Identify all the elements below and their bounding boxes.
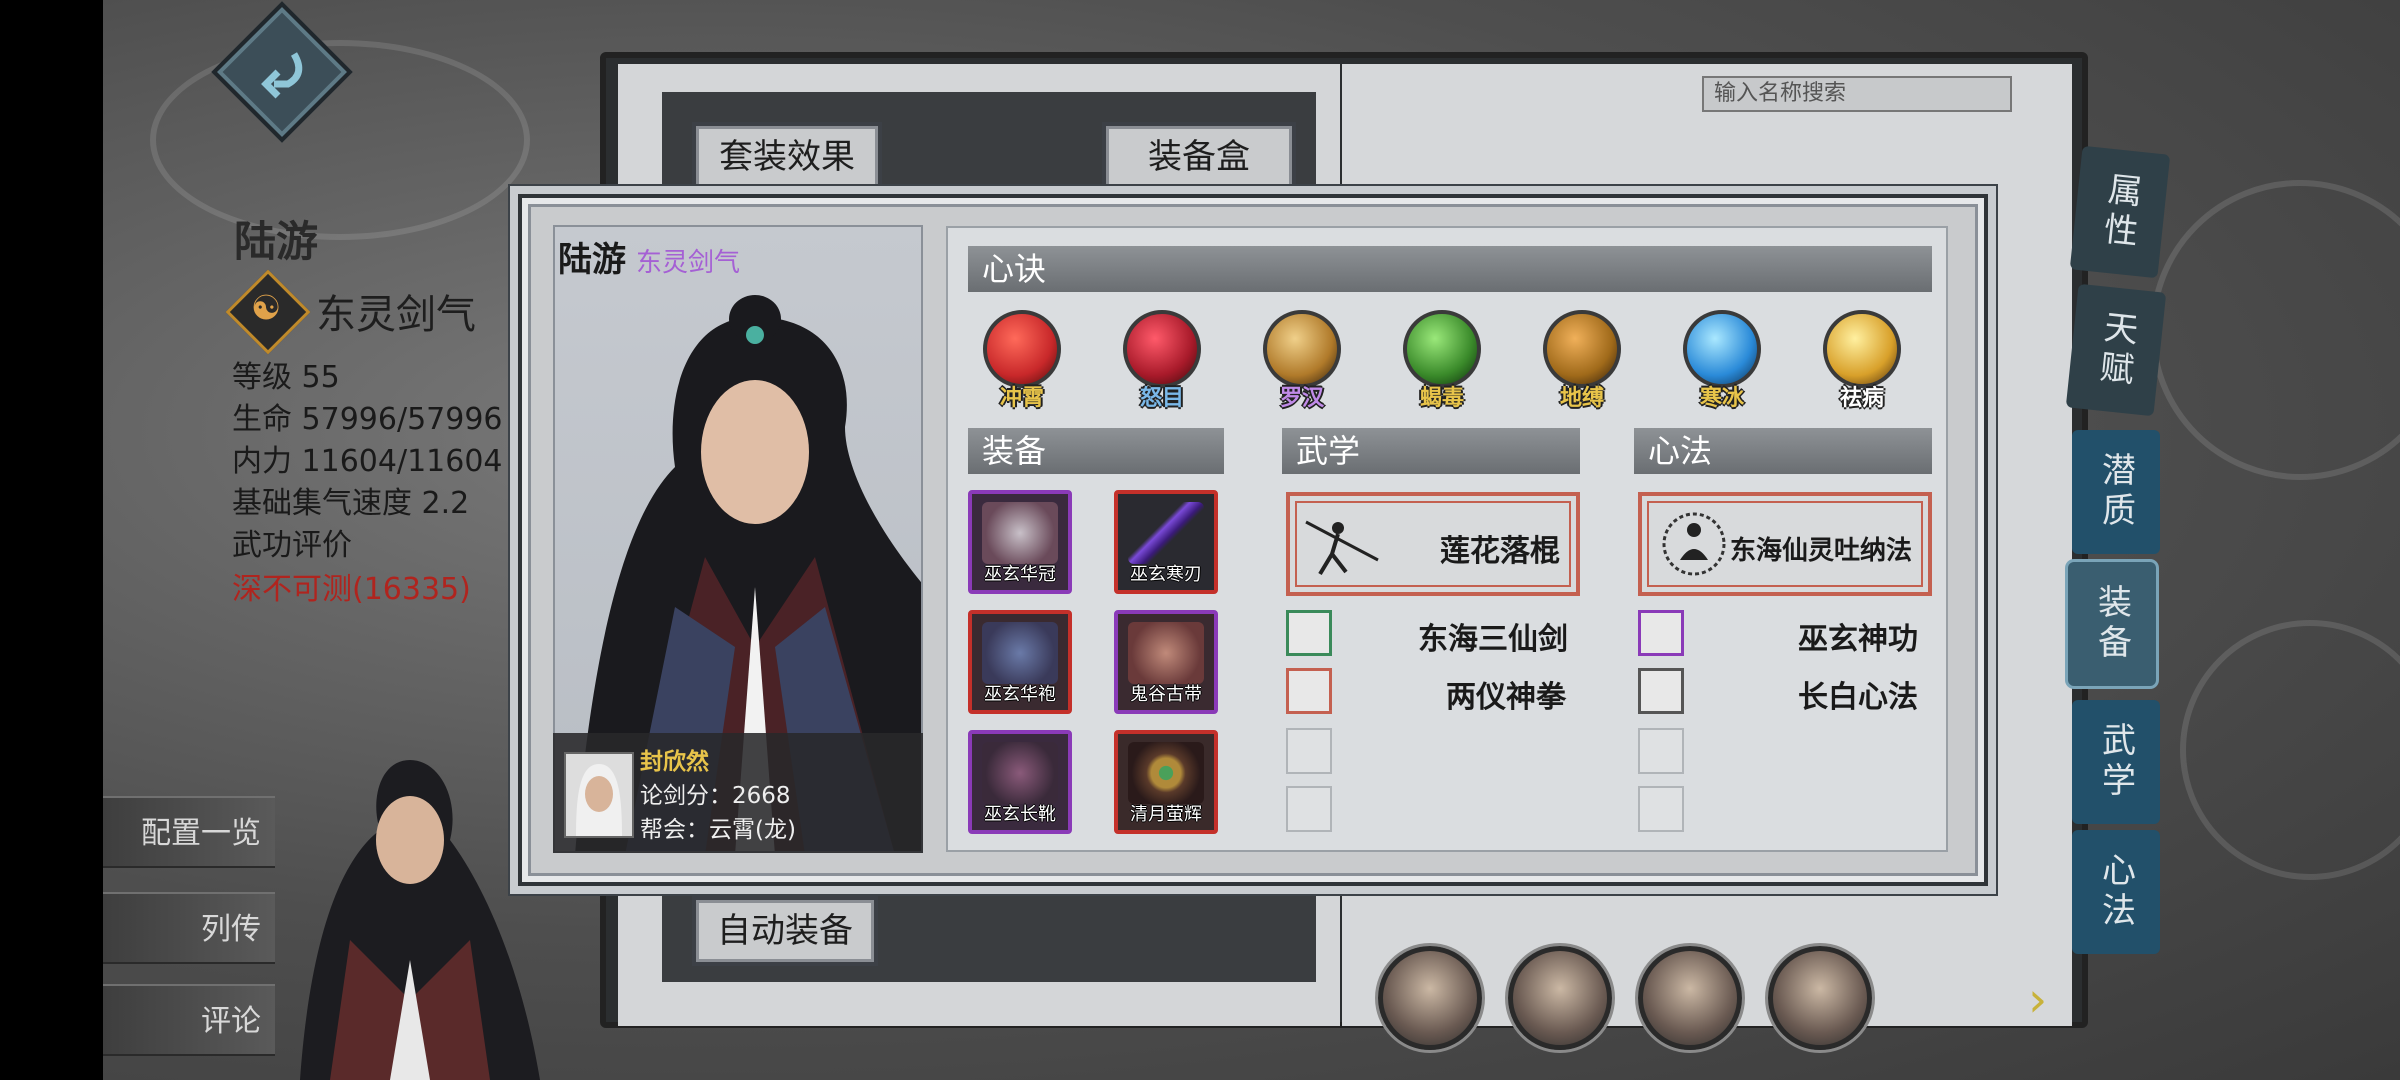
config-overview-button[interactable]: 配置一览 — [103, 796, 275, 868]
equip-section-header: 装备 — [968, 428, 1224, 474]
staff-fighter-icon — [1305, 520, 1379, 576]
player-name: 封欣然 — [640, 749, 709, 775]
character-figure — [300, 760, 540, 1080]
tab-martial[interactable]: 武学 — [2072, 700, 2160, 824]
next-page-icon[interactable]: › — [2028, 972, 2047, 1028]
team-avatar-2[interactable] — [1508, 946, 1612, 1050]
search-input[interactable]: 输入名称搜索 — [1702, 76, 2012, 112]
heart-item[interactable]: 蝎毒 — [1402, 310, 1482, 412]
modal-school-name: 东灵剑气 — [636, 248, 741, 278]
sword-skill-icon[interactable] — [1286, 610, 1332, 656]
team-avatar-3[interactable] — [1638, 946, 1742, 1050]
method-skill-1: 巫玄神功 — [1798, 622, 1918, 657]
heart-icon — [1263, 310, 1341, 388]
team-avatar-4[interactable] — [1768, 946, 1872, 1050]
method-empty-slot[interactable] — [1638, 786, 1684, 832]
equip-slot-accessory[interactable]: 清月萤辉 — [1114, 730, 1218, 834]
tab-potential[interactable]: 潜质 — [2072, 430, 2160, 554]
heart-item[interactable]: 罗汉 — [1262, 310, 1342, 412]
tab-equipment[interactable]: 装备 — [2068, 562, 2156, 686]
level-stat: 等级 55 — [232, 360, 340, 395]
equip-slot-boots[interactable]: 巫玄长靴 — [968, 730, 1072, 834]
heart-icon — [1403, 310, 1481, 388]
hp-stat: 生命 57996/57996 — [232, 402, 503, 437]
auto-equip-button[interactable]: 自动装备 — [692, 896, 878, 966]
martial-skill-1: 东海三仙剑 — [1418, 622, 1568, 657]
equip-slot-head[interactable]: 巫玄华冠 — [968, 490, 1072, 594]
modal-character-name: 陆游 — [558, 240, 626, 280]
speed-stat: 基础集气速度 2.2 — [232, 486, 470, 521]
equip-slot-weapon[interactable]: 巫玄寒刃 — [1114, 490, 1218, 594]
player-avatar — [564, 752, 634, 838]
heart-item[interactable]: 地缚 — [1542, 310, 1622, 412]
heart-item[interactable]: 冲霄 — [982, 310, 1062, 412]
biography-button[interactable]: 列传 — [103, 892, 275, 964]
heart-icon — [1123, 310, 1201, 388]
equip-slot-belt[interactable]: 鬼谷古带 — [1114, 610, 1218, 714]
back-arrow-icon — [261, 52, 303, 99]
heart-icon — [1543, 310, 1621, 388]
team-avatar-1[interactable] — [1378, 946, 1482, 1050]
rating-label: 武功评价 — [232, 528, 352, 563]
robe-icon — [982, 622, 1058, 684]
screen-edge — [0, 0, 103, 1080]
meditation-skill-icon[interactable] — [1638, 668, 1684, 714]
belt-icon — [1128, 622, 1204, 684]
method-section-header: 心法 — [1634, 428, 1932, 474]
method-skill-2: 长白心法 — [1798, 680, 1918, 715]
martial-section-header: 武学 — [1282, 428, 1580, 474]
ring-icon — [1128, 742, 1204, 804]
martial-skill-2: 两仪神拳 — [1446, 680, 1566, 715]
method-main-skill[interactable]: 东海仙灵吐纳法 — [1638, 492, 1932, 596]
equip-slot-body[interactable]: 巫玄华袍 — [968, 610, 1072, 714]
blade-icon — [1128, 502, 1204, 564]
tab-method[interactable]: 心法 — [2072, 830, 2160, 954]
comment-button[interactable]: 评论 — [103, 984, 275, 1056]
martial-empty-slot[interactable] — [1286, 786, 1332, 832]
tab-attributes[interactable]: 属性 — [2069, 145, 2171, 279]
player-guild: 帮会：云霄(龙) — [640, 817, 796, 843]
player-score: 论剑分：2668 — [640, 783, 791, 809]
meditation-icon — [1662, 512, 1726, 576]
fist-skill-icon[interactable] — [1286, 668, 1332, 714]
crown-icon — [982, 502, 1058, 564]
boots-icon — [982, 742, 1058, 804]
martial-empty-slot[interactable] — [1286, 728, 1332, 774]
set-effect-button[interactable]: 套装效果 — [692, 122, 882, 192]
mp-stat: 内力 11604/11604 — [232, 444, 503, 479]
tab-talent[interactable]: 天赋 — [2065, 283, 2167, 417]
heart-icon — [983, 310, 1061, 388]
heart-item[interactable]: 祛病 — [1822, 310, 1902, 412]
heart-section-header: 心诀 — [968, 246, 1932, 292]
heart-icon — [1683, 310, 1761, 388]
equip-box-button[interactable]: 装备盒 — [1102, 122, 1296, 192]
heart-icon — [1823, 310, 1901, 388]
heart-item[interactable]: 怒目 — [1122, 310, 1202, 412]
heart-item[interactable]: 寒冰 — [1682, 310, 1762, 412]
method-empty-slot[interactable] — [1638, 728, 1684, 774]
school-name: 东灵剑气 — [316, 292, 476, 338]
meditation-skill-icon[interactable] — [1638, 610, 1684, 656]
character-name: 陆游 — [234, 217, 319, 266]
rating-value: 深不可测(16335) — [232, 572, 471, 607]
martial-main-skill[interactable]: 莲花落棍 — [1286, 492, 1580, 596]
